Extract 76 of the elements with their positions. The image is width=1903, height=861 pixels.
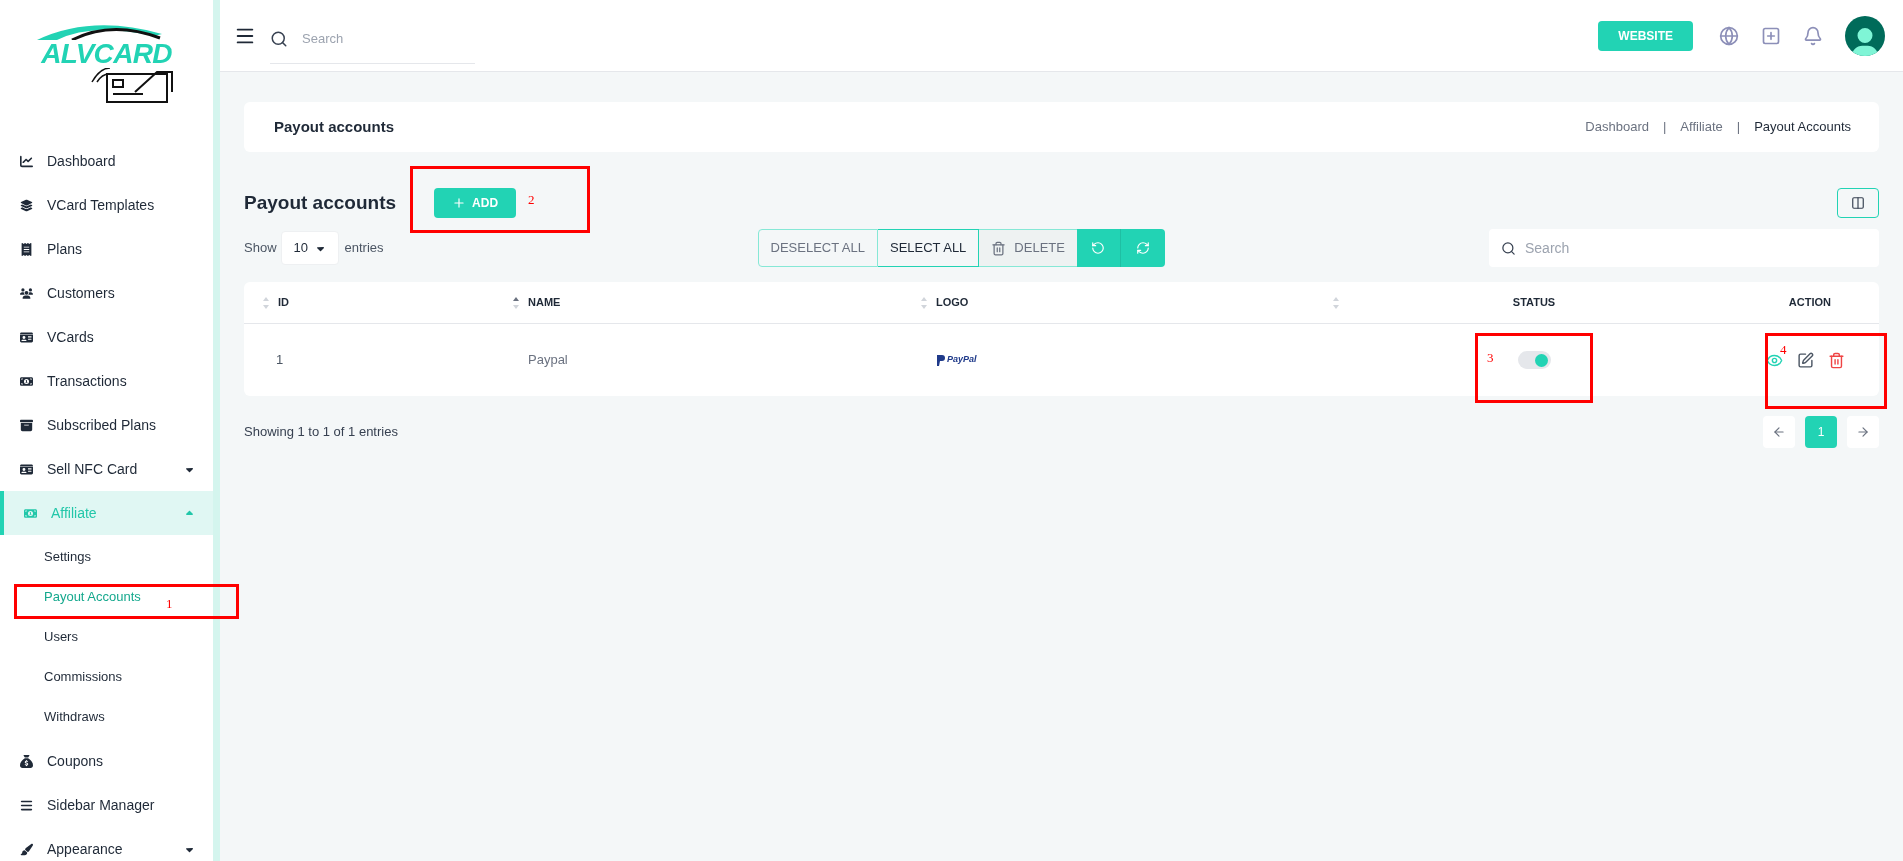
- column-toggle-button[interactable]: [1837, 188, 1879, 218]
- paypal-logo: PayPal: [936, 353, 977, 367]
- brush-icon: [20, 842, 33, 856]
- refresh-button[interactable]: [1120, 229, 1165, 267]
- column-header: ID: [278, 295, 289, 311]
- bell-icon[interactable]: [1803, 25, 1823, 46]
- section-title: Payout accounts: [244, 190, 397, 215]
- submenu-item[interactable]: Withdraws: [44, 707, 105, 727]
- logo-drawing: ALVCARD: [26, 20, 187, 104]
- page-title: Payout accounts: [274, 116, 396, 137]
- edit-icon[interactable]: [1797, 351, 1814, 369]
- rotate-icon: [1091, 241, 1106, 255]
- banknote-icon: [20, 374, 33, 388]
- status-toggle[interactable]: [1517, 351, 1551, 369]
- search-icon: [1501, 241, 1516, 256]
- sort-icon[interactable]: [512, 295, 520, 310]
- reset-button[interactable]: [1076, 229, 1121, 267]
- search-field[interactable]: Search: [270, 13, 475, 64]
- sidebar-item[interactable]: Transactions: [0, 359, 213, 403]
- annotation-number: 3: [1487, 349, 1494, 367]
- deselect-all-button[interactable]: DESELECT ALL: [757, 229, 878, 267]
- user-silhouette-icon: [1850, 27, 1880, 56]
- next-page-button[interactable]: [1847, 416, 1879, 448]
- annotation-number: 4: [1780, 341, 1787, 359]
- money-bag-icon: [20, 754, 33, 768]
- breadcrumb-separator: |: [1736, 118, 1741, 137]
- breadcrumb-link[interactable]: Affiliate: [1680, 117, 1723, 137]
- trash-icon: [991, 240, 1007, 256]
- column-header: ACTION: [1788, 295, 1831, 311]
- column-header: NAME: [528, 295, 561, 311]
- scrollbar[interactable]: [213, 0, 220, 861]
- plus-square-icon[interactable]: [1761, 25, 1781, 46]
- avatar[interactable]: [1845, 15, 1885, 56]
- table-cell-text: 1: [275, 351, 285, 370]
- breadcrumb-link[interactable]: Dashboard: [1585, 117, 1649, 137]
- sidebar-item[interactable]: Sidebar Manager: [0, 783, 213, 827]
- menu-icon: [20, 798, 33, 812]
- refresh-icon: [1135, 241, 1150, 255]
- sidebar-item[interactable]: Appearance: [0, 827, 213, 861]
- sidebar-item[interactable]: VCards: [0, 315, 213, 359]
- column-header: LOGO: [936, 295, 969, 311]
- id-card-icon: [20, 462, 33, 476]
- delete-icon[interactable]: [1828, 351, 1845, 369]
- sidebar-item[interactable]: Customers: [0, 271, 213, 315]
- table-search-field[interactable]: Search: [1489, 229, 1879, 267]
- plus-icon: [452, 196, 467, 210]
- sidebar-item[interactable]: VCard Templates: [0, 183, 213, 227]
- chart-icon: [20, 154, 33, 168]
- column-header: STATUS: [1512, 295, 1556, 311]
- table-cell-text: Paypal: [527, 351, 569, 370]
- users-icon: [20, 286, 33, 300]
- sidebar-item[interactable]: Plans: [0, 227, 213, 271]
- delete-button[interactable]: DELETE: [979, 229, 1077, 267]
- entries-select[interactable]: 10: [280, 231, 339, 265]
- receipt-icon: [20, 242, 33, 256]
- sidebar-item[interactable]: Dashboard: [0, 139, 213, 183]
- sidebar-item[interactable]: Subscribed Plans: [0, 403, 213, 447]
- entries-label: entries: [344, 239, 384, 258]
- layers-icon: [20, 198, 33, 212]
- banknote-icon: [24, 506, 37, 520]
- breadcrumb-separator: |: [1662, 118, 1667, 137]
- previous-page-button[interactable]: [1763, 416, 1795, 448]
- show-label: Show: [244, 239, 277, 258]
- globe-icon[interactable]: [1719, 25, 1739, 46]
- sidebar-item[interactable]: Coupons: [0, 739, 213, 783]
- id-card-icon: [20, 330, 33, 344]
- search-icon: [270, 29, 288, 48]
- annotation-number: 1: [166, 595, 173, 613]
- entries-summary: Showing 1 to 1 of 1 entries: [244, 423, 399, 442]
- submenu-item[interactable]: Settings: [44, 547, 91, 567]
- columns-icon: [1851, 196, 1865, 210]
- archive-icon: [20, 418, 33, 432]
- submenu-item[interactable]: Users: [44, 627, 78, 647]
- submenu-item[interactable]: Commissions: [44, 667, 122, 687]
- annotation-number: 2: [528, 191, 535, 209]
- sidebar-item[interactable]: Sell NFC Card: [0, 447, 213, 491]
